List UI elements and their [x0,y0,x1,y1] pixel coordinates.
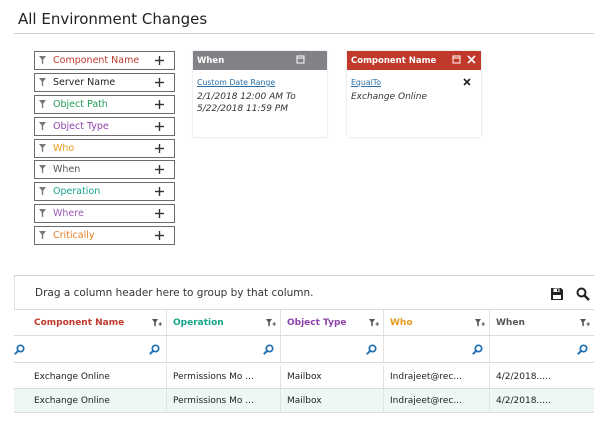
table-cell: Exchange Online [28,389,167,412]
component-card-title: Component Name [351,55,437,66]
filter-field-where[interactable]: Where [34,204,175,224]
column-filter-icon[interactable] [266,319,276,328]
filter-field-component-name[interactable]: Component Name [34,51,175,70]
column-search-icon[interactable] [366,344,377,355]
grid-filter-row [14,336,594,363]
column-header-component-name[interactable]: Component Name [28,310,167,335]
column-filter-input[interactable] [28,336,167,362]
table-cell: Indrajeet@rec... [384,365,490,388]
column-filter-input[interactable] [167,336,281,362]
column-header-operation[interactable]: Operation [167,310,281,335]
component-name-filter-card: Component Name EqualTo Exchange Online [347,51,481,137]
filter-field-critically[interactable]: Critically [34,226,175,246]
funnel-icon [39,143,46,153]
save-icon[interactable] [550,287,564,301]
changes-grid: Drag a column header here to group by th… [14,275,594,415]
add-filter-icon[interactable] [155,143,164,153]
column-header-when[interactable]: When [490,310,594,335]
column-header-label: Operation [173,317,224,328]
add-filter-icon[interactable] [155,209,164,219]
when-filter-card: When Custom Date Range 2/1/2018 12:00 AM… [193,51,327,137]
filter-field-label: Server Name [53,76,116,88]
table-cell: 4/2/2018..... [496,371,551,382]
filter-field-server-name[interactable]: Server Name [34,72,175,92]
table-cell: Permissions Mo ... [167,389,281,412]
column-header-who[interactable]: Who [384,310,490,335]
column-search-icon[interactable] [149,344,160,355]
add-filter-icon[interactable] [155,121,164,131]
table-row[interactable]: Exchange Online Permissions Mo ... Mailbox… [14,389,594,413]
funnel-icon [39,121,46,131]
table-cell: Mailbox [281,365,384,388]
funnel-icon [39,209,46,218]
add-filter-icon[interactable] [155,99,164,109]
column-filter-icon[interactable] [152,319,162,328]
add-filter-icon[interactable] [155,56,164,65]
title-divider [14,33,594,34]
column-header-label: When [496,317,525,328]
filter-field-label: Operation [53,186,101,198]
custom-date-range-link[interactable]: Custom Date Range [197,78,323,87]
equal-to-link[interactable]: EqualTo [351,78,477,87]
filter-field-label: Object Path [53,98,108,110]
close-icon[interactable] [467,55,476,64]
page-title: All Environment Changes [18,10,208,28]
filter-field-list: Component Name Server Name Object Path Obje… [34,51,175,248]
component-filter-value: Exchange Online [351,92,428,102]
component-card-header: Component Name [347,51,481,70]
table-cell: Indrajeet@rec... [384,389,490,412]
filter-field-label: When [53,164,81,176]
column-header-label: Component Name [34,317,125,328]
funnel-icon [39,77,46,87]
group-by-panel[interactable]: Drag a column header here to group by th… [14,276,594,309]
when-filter-value: 2/1/2018 12:00 AM To 5/22/2018 11:59 PM [197,92,296,114]
filter-field-who[interactable]: Who [34,138,175,158]
column-header-label: Who [390,317,413,328]
table-cell: Mailbox [281,389,384,412]
add-filter-icon[interactable] [155,231,164,241]
table-cell: Permissions Mo ... [167,365,281,388]
add-filter-icon[interactable] [155,77,164,87]
row-search-icon[interactable] [14,344,25,355]
column-header-label: Object Type [287,317,347,328]
remove-condition-icon[interactable] [463,78,471,86]
add-filter-icon[interactable] [155,165,164,175]
table-cell: Exchange Online [28,365,167,388]
filter-field-when[interactable]: When [34,160,175,180]
funnel-icon [39,187,46,196]
filter-field-label: Who [53,142,75,154]
column-filter-icon[interactable] [475,319,485,328]
group-by-hint: Drag a column header here to group by th… [35,287,314,299]
filter-field-label: Where [53,208,84,220]
when-card-title: When [197,55,225,66]
column-filter-input[interactable] [490,336,594,362]
column-search-icon[interactable] [263,344,274,355]
maximize-icon[interactable] [296,55,305,64]
column-search-icon[interactable] [472,344,483,355]
filter-field-object-type[interactable]: Object Type [34,116,175,136]
column-filter-icon[interactable] [369,319,379,328]
funnel-icon [39,231,46,240]
funnel-icon [39,99,46,109]
when-card-header: When [193,51,327,70]
maximize-icon[interactable] [452,55,461,64]
funnel-icon [39,56,46,65]
filter-field-label: Critically [53,230,95,242]
column-filter-input[interactable] [384,336,490,362]
table-row[interactable]: Exchange Online Permissions Mo ... Mailbox… [14,365,594,389]
column-search-icon[interactable] [577,344,588,355]
column-filter-icon[interactable] [580,319,590,328]
add-filter-icon[interactable] [155,187,164,197]
funnel-icon [39,165,46,174]
filter-field-object-path[interactable]: Object Path [34,94,175,114]
column-filter-input[interactable] [281,336,384,362]
filter-field-label: Object Type [53,120,109,132]
filter-field-label: Component Name [53,55,140,66]
table-cell: 4/2/2018..... [496,395,551,406]
filter-field-operation[interactable]: Operation [34,182,175,202]
search-icon[interactable] [576,287,590,301]
column-header-object-type[interactable]: Object Type [281,310,384,335]
grid-header-row: Component Name Operation Object Type Who Whe… [14,309,594,336]
